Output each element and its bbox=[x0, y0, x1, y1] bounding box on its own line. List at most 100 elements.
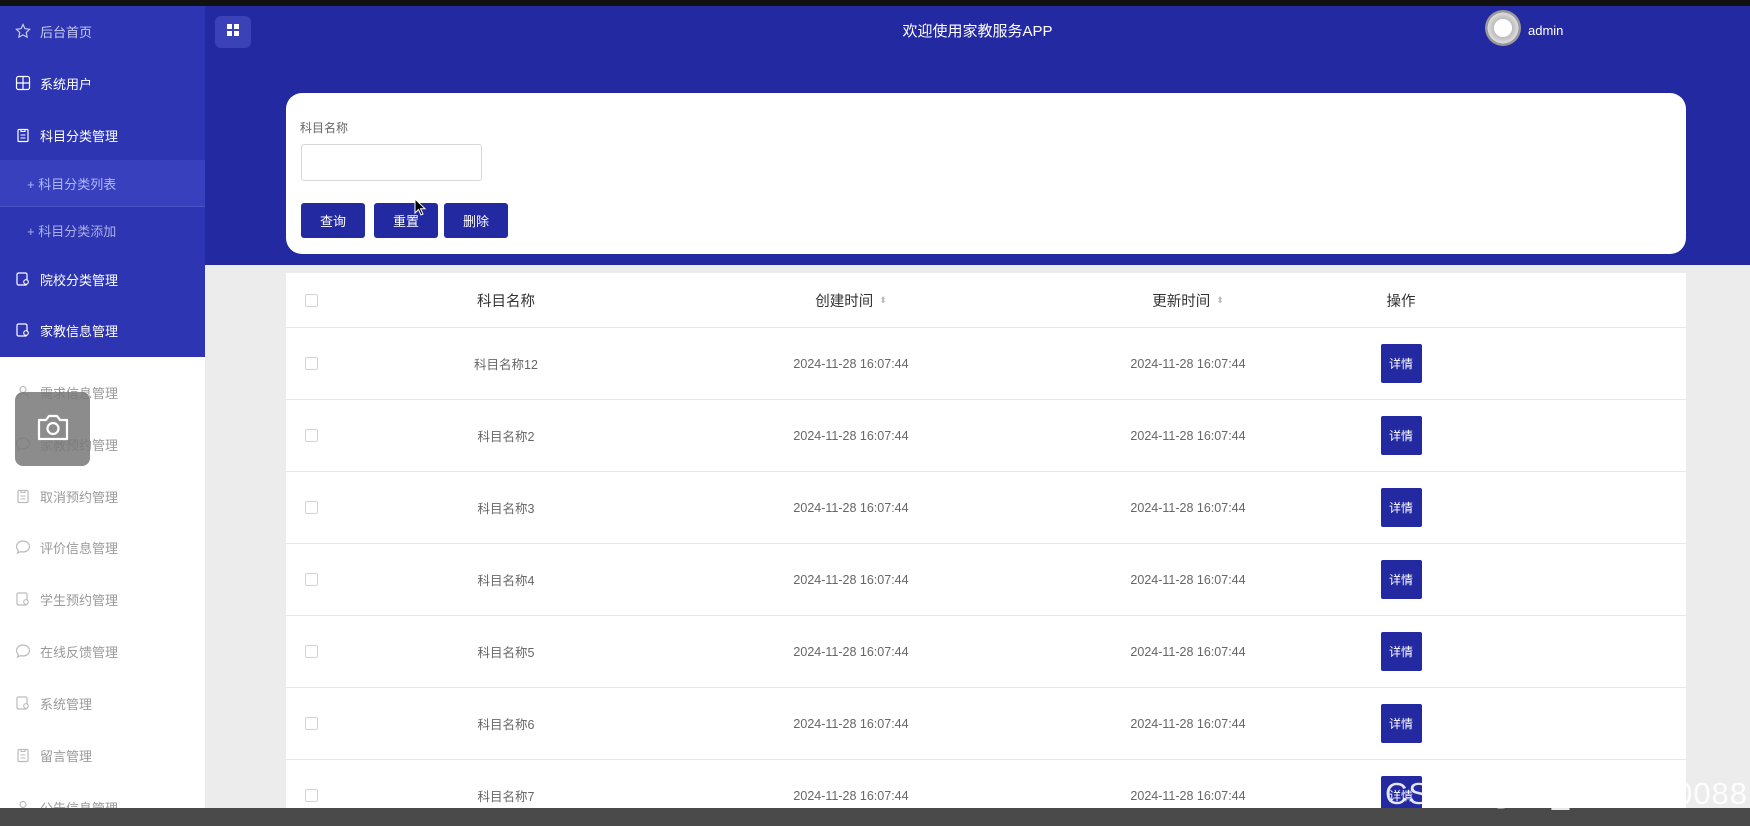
sidebar-item-system[interactable]: 系统管理 bbox=[0, 679, 205, 727]
table-row: 科目名称2 2024-11-28 16:07:44 2024-11-28 16:… bbox=[286, 400, 1686, 472]
table-header-row: 科目名称 创建时间 ⬍ 更新时间 ⬍ 操作 bbox=[286, 273, 1686, 328]
subject-name-label: 科目名称 bbox=[300, 121, 349, 135]
column-header-name: 科目名称 bbox=[477, 293, 535, 310]
cell-action: 详情 bbox=[1316, 616, 1486, 687]
cell-action: 详情 bbox=[1316, 688, 1486, 759]
row-checkbox[interactable] bbox=[304, 789, 318, 802]
cell-updated: 2024-11-28 16:07:44 bbox=[1130, 428, 1246, 443]
doc-search-icon bbox=[14, 321, 32, 339]
sidebar-item-feedback[interactable]: 在线反馈管理 bbox=[0, 627, 205, 675]
watermark: CSDN @vx_CXKF10088 bbox=[1385, 776, 1749, 811]
sidebar-item-student-booking[interactable]: 学生预约管理 bbox=[0, 575, 205, 623]
clipboard-icon bbox=[14, 487, 32, 505]
row-checkbox[interactable] bbox=[304, 717, 318, 730]
row-checkbox-cell bbox=[286, 544, 336, 615]
star-icon bbox=[14, 22, 32, 40]
cell-created: 2024-11-28 16:07:44 bbox=[793, 356, 909, 371]
sidebar-item-label: 取消预约管理 bbox=[40, 489, 119, 505]
chat-icon bbox=[14, 642, 32, 660]
cell-action: 详情 bbox=[1316, 472, 1486, 543]
doc-search-icon bbox=[14, 270, 32, 288]
cell-name: 科目名称4 bbox=[477, 574, 535, 588]
sort-icon[interactable]: ⬍ bbox=[879, 295, 887, 306]
reset-button[interactable]: 重置 bbox=[374, 203, 438, 238]
sidebar-item-subject-category[interactable]: 科目分类管理 bbox=[0, 111, 205, 159]
detail-button[interactable]: 详情 bbox=[1380, 704, 1422, 743]
table-row: 科目名称3 2024-11-28 16:07:44 2024-11-28 16:… bbox=[286, 472, 1686, 544]
sidebar-subitem-subject-list[interactable]: + 科目分类列表 bbox=[0, 160, 205, 206]
cell-action: 详情 bbox=[1316, 544, 1486, 615]
subject-table: 科目名称 创建时间 ⬍ 更新时间 ⬍ 操作 科目名称12 2024-11-28 16… bbox=[286, 273, 1686, 826]
sidebar-item-cancel-booking[interactable]: 取消预约管理 bbox=[0, 472, 205, 520]
avatar[interactable] bbox=[1485, 10, 1521, 46]
detail-button[interactable]: 详情 bbox=[1380, 344, 1422, 383]
sidebar-item-messages[interactable]: 留言管理 bbox=[0, 731, 205, 779]
sidebar-item-tutor-info[interactable]: 家教信息管理 bbox=[0, 306, 205, 354]
grid-icon bbox=[14, 74, 32, 92]
sidebar-item-label: 系统用户 bbox=[40, 76, 93, 92]
cell-updated: 2024-11-28 16:07:44 bbox=[1130, 356, 1246, 371]
sidebar-item-label: 评价信息管理 bbox=[40, 540, 119, 556]
column-header-created[interactable]: 创建时间 ⬍ bbox=[741, 273, 961, 327]
cell-created: 2024-11-28 16:07:44 bbox=[793, 428, 909, 443]
doc-search-icon bbox=[14, 694, 32, 712]
sidebar-item-review-info[interactable]: 评价信息管理 bbox=[0, 523, 205, 571]
row-checkbox[interactable] bbox=[304, 429, 318, 442]
cell-created: 2024-11-28 16:07:44 bbox=[793, 500, 909, 515]
sidebar-item-label: 留言管理 bbox=[40, 748, 93, 764]
username[interactable]: admin bbox=[1528, 23, 1563, 38]
cell-action: 详情 bbox=[1316, 328, 1486, 399]
column-header-label: 更新时间 bbox=[1152, 293, 1211, 310]
camera-icon bbox=[36, 412, 70, 447]
column-header-updated[interactable]: 更新时间 ⬍ bbox=[1078, 273, 1298, 327]
detail-button[interactable]: 详情 bbox=[1380, 632, 1422, 671]
table-row: 科目名称5 2024-11-28 16:07:44 2024-11-28 16:… bbox=[286, 616, 1686, 688]
sidebar-subitem-label: + 科目分类添加 bbox=[27, 223, 117, 239]
cell-updated: 2024-11-28 16:07:44 bbox=[1130, 644, 1246, 659]
row-checkbox[interactable] bbox=[304, 357, 318, 370]
table-row: 科目名称6 2024-11-28 16:07:44 2024-11-28 16:… bbox=[286, 688, 1686, 760]
cell-created: 2024-11-28 16:07:44 bbox=[793, 644, 909, 659]
detail-button[interactable]: 详情 bbox=[1380, 560, 1422, 599]
sidebar-item-users[interactable]: 系统用户 bbox=[0, 59, 205, 107]
column-header-action: 操作 bbox=[1386, 293, 1416, 310]
column-header-label: 创建时间 bbox=[815, 293, 874, 310]
cell-name: 科目名称5 bbox=[477, 646, 535, 660]
row-checkbox-cell bbox=[286, 472, 336, 543]
detail-button[interactable]: 详情 bbox=[1380, 488, 1422, 527]
table-row: 科目名称4 2024-11-28 16:07:44 2024-11-28 16:… bbox=[286, 544, 1686, 616]
sidebar-item-label: 在线反馈管理 bbox=[40, 644, 119, 660]
row-checkbox-cell bbox=[286, 400, 336, 471]
subject-name-input[interactable] bbox=[301, 144, 482, 181]
sort-icon[interactable]: ⬍ bbox=[1216, 295, 1224, 306]
cell-updated: 2024-11-28 16:07:44 bbox=[1130, 572, 1246, 587]
chat-icon bbox=[14, 538, 32, 556]
delete-button[interactable]: 删除 bbox=[444, 203, 508, 238]
sidebar-item-label: 家教信息管理 bbox=[40, 323, 119, 339]
sidebar-item-label: 院校分类管理 bbox=[40, 272, 119, 288]
sidebar-item-label: 学生预约管理 bbox=[40, 592, 119, 608]
query-button[interactable]: 查询 bbox=[301, 203, 365, 238]
doc-search-icon bbox=[14, 590, 32, 608]
row-checkbox-cell bbox=[286, 688, 336, 759]
row-checkbox[interactable] bbox=[304, 573, 318, 586]
sidebar-item-home[interactable]: 后台首页 bbox=[0, 7, 205, 55]
sidebar-subitem-label: + 科目分类列表 bbox=[27, 176, 117, 192]
cell-name: 科目名称6 bbox=[477, 718, 535, 732]
select-all-cell bbox=[286, 273, 336, 327]
sidebar-item-label: 科目分类管理 bbox=[40, 128, 119, 144]
select-all-checkbox[interactable] bbox=[304, 293, 318, 307]
row-checkbox[interactable] bbox=[304, 501, 318, 514]
cell-name: 科目名称12 bbox=[474, 358, 538, 372]
row-checkbox[interactable] bbox=[304, 645, 318, 658]
cell-created: 2024-11-28 16:07:44 bbox=[793, 716, 909, 731]
mouse-cursor-icon bbox=[414, 198, 426, 216]
screenshot-camera-button[interactable] bbox=[15, 392, 90, 466]
sidebar-item-school-category[interactable]: 院校分类管理 bbox=[0, 255, 205, 303]
clipboard-icon bbox=[14, 126, 32, 144]
row-checkbox-cell bbox=[286, 616, 336, 687]
sidebar-item-label: 后台首页 bbox=[40, 24, 93, 40]
sidebar-subitem-subject-add[interactable]: + 科目分类添加 bbox=[0, 207, 205, 253]
table-row: 科目名称12 2024-11-28 16:07:44 2024-11-28 16… bbox=[286, 328, 1686, 400]
detail-button[interactable]: 详情 bbox=[1380, 416, 1422, 455]
